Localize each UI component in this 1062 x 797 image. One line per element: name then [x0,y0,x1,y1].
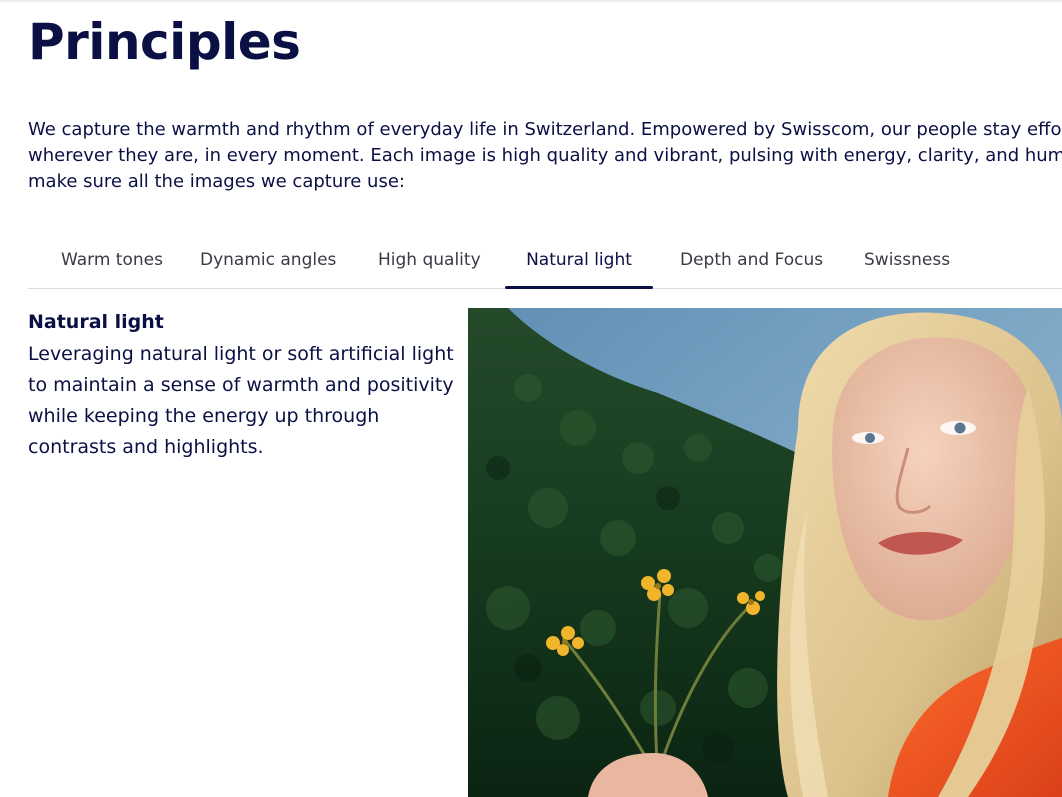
principles-tab-bar: Warm tones Dynamic angles High quality N… [28,233,1062,289]
tab-depth-and-focus[interactable]: Depth and Focus [680,233,823,288]
tab-warm-tones[interactable]: Warm tones [52,233,172,288]
intro-line: make sure all the images we capture use: [28,171,405,192]
tab-natural-light[interactable]: Natural light [505,233,653,289]
intro-line: wherever they are, in every moment. Each… [28,145,1062,166]
panel-text-line: to maintain a sense of warmth and positi… [28,374,454,396]
panel-description: Leveraging natural light or soft artific… [28,339,454,463]
top-divider [0,0,1062,2]
tab-swissness[interactable]: Swissness [864,233,950,288]
natural-light-photo [468,308,1062,797]
panel-text-line: contrasts and highlights. [28,436,264,458]
tab-high-quality[interactable]: High quality [378,233,481,288]
panel-text-line: while keeping the energy up through [28,405,380,427]
tab-dynamic-angles[interactable]: Dynamic angles [200,233,336,288]
panel-heading: Natural light [28,311,164,333]
panel-text-line: Leveraging natural light or soft artific… [28,343,454,365]
page-title: Principles [28,13,301,71]
intro-line: We capture the warmth and rhythm of ever… [28,119,1062,140]
intro-paragraph: We capture the warmth and rhythm of ever… [28,117,1062,195]
